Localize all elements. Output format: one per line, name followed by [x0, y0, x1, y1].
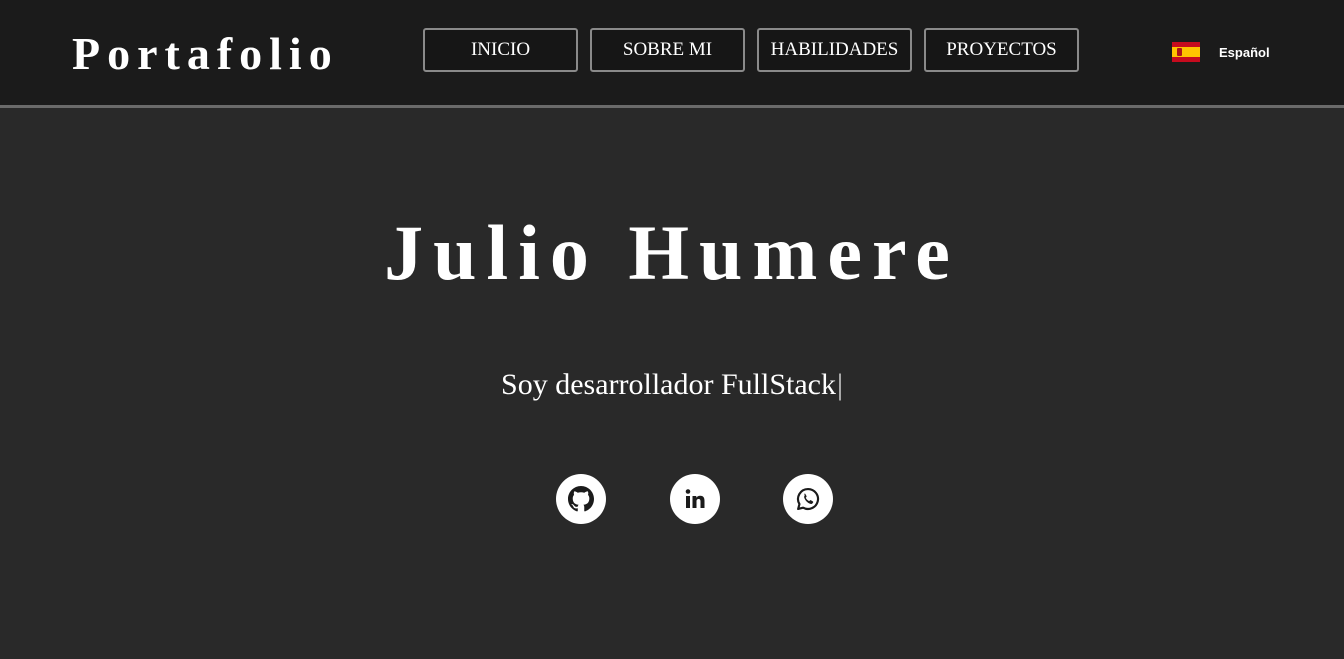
- linkedin-icon: [685, 489, 705, 508]
- github-icon: [568, 486, 594, 512]
- typing-cursor: |: [836, 368, 843, 401]
- hero-name: Julio Humere: [384, 209, 960, 296]
- spain-flag-icon: [1172, 42, 1200, 62]
- github-link[interactable]: [556, 474, 606, 524]
- brand-logo[interactable]: Portafolio: [72, 26, 339, 82]
- nav-sobre-mi-button[interactable]: SOBRE MI: [590, 28, 745, 72]
- language-selector[interactable]: Español: [1172, 42, 1270, 62]
- hero-tagline-line: Soy desarrollador FullStack|: [0, 365, 1344, 405]
- linkedin-link[interactable]: [670, 474, 720, 524]
- nav-habilidades-button[interactable]: HABILIDADES: [757, 28, 912, 72]
- hero-tagline: Soy desarrollador FullStack: [501, 368, 836, 401]
- nav-inicio-button[interactable]: INICIO: [423, 28, 578, 72]
- whatsapp-link[interactable]: [783, 474, 833, 524]
- language-label: Español: [1219, 44, 1270, 60]
- whatsapp-icon: [796, 487, 820, 511]
- navbar: Portafolio INICIO SOBRE MI HABILIDADES P…: [0, 0, 1344, 108]
- nav-proyectos-button[interactable]: PROYECTOS: [924, 28, 1079, 72]
